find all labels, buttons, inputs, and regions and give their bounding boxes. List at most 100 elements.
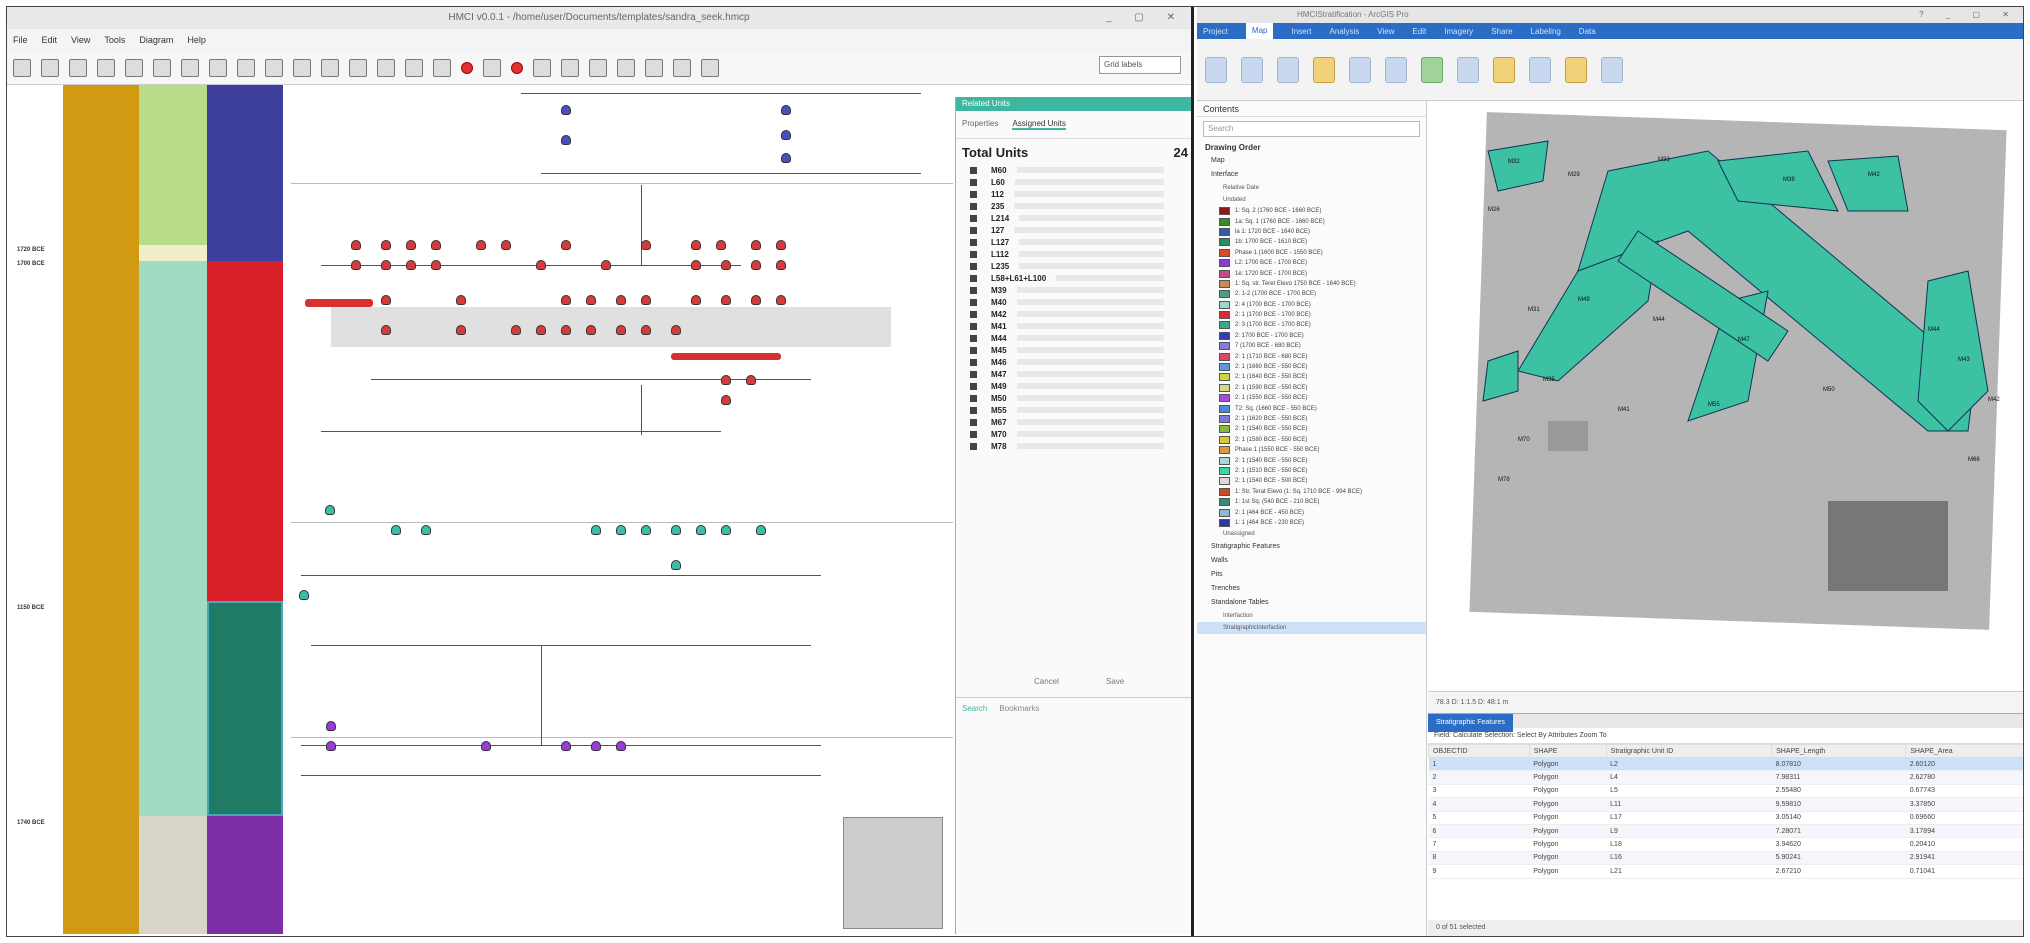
assigned-unit-row[interactable]: L235 (956, 260, 1191, 272)
wide-unit-node[interactable] (671, 353, 781, 360)
unit-node[interactable] (406, 260, 416, 270)
legend-item[interactable]: 2: 1 (1510 BCE - 550 BCE) (1197, 466, 1426, 476)
link-remove-icon[interactable] (617, 58, 635, 77)
move-icon[interactable] (483, 58, 501, 77)
assigned-unit-row[interactable]: L112 (956, 248, 1191, 260)
legend-item[interactable]: 2: 1 (1590 BCE - 550 BCE) (1197, 383, 1426, 393)
column-header[interactable]: SHAPE_Area (1905, 744, 2023, 758)
italic-icon[interactable] (433, 58, 451, 77)
unit-node[interactable] (511, 325, 521, 335)
save-icon[interactable] (69, 58, 87, 77)
unit-node[interactable] (721, 375, 731, 385)
table-row[interactable]: 7 Polygon L18 3.94620 0.20410 (1428, 837, 2023, 852)
assigned-unit-row[interactable]: M42 (956, 308, 1191, 320)
unit-node[interactable] (431, 260, 441, 270)
unit-node[interactable] (776, 295, 786, 305)
ribbon-tab-analysis[interactable]: Analysis (1329, 27, 1359, 36)
unit-node[interactable] (691, 240, 701, 250)
layer-walls[interactable]: Walls (1197, 554, 1426, 568)
select-icon[interactable] (1349, 56, 1371, 83)
unit-node[interactable] (325, 505, 335, 515)
ribbon-tab-data[interactable]: Data (1579, 27, 1596, 36)
unit-node[interactable] (381, 295, 391, 305)
link-edit-icon[interactable] (645, 58, 663, 77)
unit-node[interactable] (721, 295, 731, 305)
assigned-unit-row[interactable]: M47 (956, 368, 1191, 380)
assigned-unit-row[interactable]: M40 (956, 296, 1191, 308)
assigned-unit-row[interactable]: M41 (956, 320, 1191, 332)
assigned-unit-row[interactable]: L127 (956, 236, 1191, 248)
assigned-unit-row[interactable]: 127 (956, 224, 1191, 236)
unit-node[interactable] (641, 325, 651, 335)
unit-node[interactable] (641, 525, 651, 535)
save-button[interactable]: Save (1106, 677, 1124, 686)
table-strat-interfaction[interactable]: StratigraphicInterfaction (1197, 622, 1426, 635)
unit-node[interactable] (351, 260, 361, 270)
menu-diagram[interactable]: Diagram (139, 35, 173, 45)
legend-item[interactable]: T2: Sq. (1660 BCE - 550 BCE) (1197, 403, 1426, 413)
unit-node[interactable] (351, 240, 361, 250)
unit-node[interactable] (561, 105, 571, 115)
matrix-canvas[interactable] (291, 85, 953, 934)
infographics-icon[interactable] (1493, 56, 1515, 83)
unit-node[interactable] (616, 525, 626, 535)
assigned-unit-row[interactable]: M60 (956, 164, 1191, 176)
unit-node[interactable] (696, 525, 706, 535)
assigned-unit-row[interactable]: L58+L61+L100 (956, 272, 1191, 284)
legend-item[interactable]: 1: 1 (464 BCE - 230 BCE) (1197, 518, 1426, 528)
legend-item[interactable]: 1b: 1700 BCE - 1610 BCE) (1197, 237, 1426, 247)
unit-node[interactable] (756, 525, 766, 535)
column-header[interactable]: OBJECTID (1428, 744, 1530, 758)
ribbon-tab-edit[interactable]: Edit (1412, 27, 1426, 36)
unit-node[interactable] (536, 260, 546, 270)
legend-item[interactable]: 2: 1 (1620 BCE - 550 BCE) (1197, 414, 1426, 424)
window-controls[interactable]: _ ▢ ✕ (1106, 7, 1185, 29)
assigned-unit-row[interactable]: M55 (956, 404, 1191, 416)
unit-node[interactable] (381, 260, 391, 270)
legend-item[interactable]: 2: 1 (1550 BCE - 550 BCE) (1197, 393, 1426, 403)
legend-item[interactable]: 2: 1700 BCE - 1700 BCE) (1197, 331, 1426, 341)
legend-item[interactable]: 2: 4 (1700 BCE - 1700 BCE) (1197, 300, 1426, 310)
table-row[interactable]: 2 Polygon L4 7.98311 2.62780 (1428, 770, 2023, 785)
explore-icon[interactable] (1241, 56, 1263, 83)
unit-node[interactable] (501, 240, 511, 250)
unit-node[interactable] (586, 325, 596, 335)
legend-item[interactable]: 7 (1700 BCE - 680 BCE) (1197, 341, 1426, 351)
unit-node[interactable] (691, 295, 701, 305)
zoom-icon[interactable] (377, 58, 395, 77)
locate-icon[interactable] (1457, 56, 1479, 83)
assigned-unit-row[interactable]: M70 (956, 428, 1191, 440)
interface-layer[interactable]: Interface (1197, 168, 1426, 182)
record-icon[interactable] (461, 61, 473, 74)
map-item[interactable]: Map (1197, 154, 1426, 168)
assigned-unit-row[interactable]: M78 (956, 440, 1191, 452)
assigned-unit-row[interactable]: L214 (956, 212, 1191, 224)
assigned-unit-row[interactable]: M50 (956, 392, 1191, 404)
unit-node[interactable] (691, 260, 701, 270)
unit-node[interactable] (776, 260, 786, 270)
legend-item[interactable]: 2: 1 (1640 BCE - 550 BCE) (1197, 372, 1426, 382)
legend-item[interactable]: 1a: Sq. 1 (1760 BCE - 1660 BCE) (1197, 216, 1426, 226)
attributes-icon[interactable] (1385, 56, 1407, 83)
matrix-icon[interactable] (701, 58, 719, 77)
legend-item[interactable]: 1: 1st Sq. (540 BCE - 210 BCE) (1197, 497, 1426, 507)
unit-node[interactable] (716, 240, 726, 250)
unit-node[interactable] (616, 741, 626, 751)
unit-node[interactable] (671, 325, 681, 335)
unit-node[interactable] (561, 741, 571, 751)
legend-item[interactable]: 2: 1 (1660 BCE - 550 BCE) (1197, 362, 1426, 372)
unit-node[interactable] (561, 240, 571, 250)
legend-item[interactable]: 2: 1-2 (1700 BCE - 1700 BCE) (1197, 289, 1426, 299)
ribbon-tab-labeling[interactable]: Labeling (1531, 27, 1561, 36)
link-icon[interactable] (561, 58, 579, 77)
layer-stratigraphic[interactable]: Stratigraphic Features (1197, 540, 1426, 554)
print-icon[interactable] (41, 58, 59, 77)
unit-node[interactable] (299, 590, 309, 600)
table-row[interactable]: 9 Polygon L21 2.67210 0.71041 (1428, 864, 2023, 879)
legend-item[interactable]: 1: Sq. 2 (1760 BCE - 1660 BCE) (1197, 206, 1426, 216)
unit-node[interactable] (781, 153, 791, 163)
table-row[interactable]: 5 Polygon L17 3.05140 0.69660 (1428, 811, 2023, 825)
legend-item[interactable]: 2: 1 (1700 BCE - 1700 BCE) (1197, 310, 1426, 320)
unit-node[interactable] (591, 741, 601, 751)
ribbon-tab-share[interactable]: Share (1491, 27, 1512, 36)
